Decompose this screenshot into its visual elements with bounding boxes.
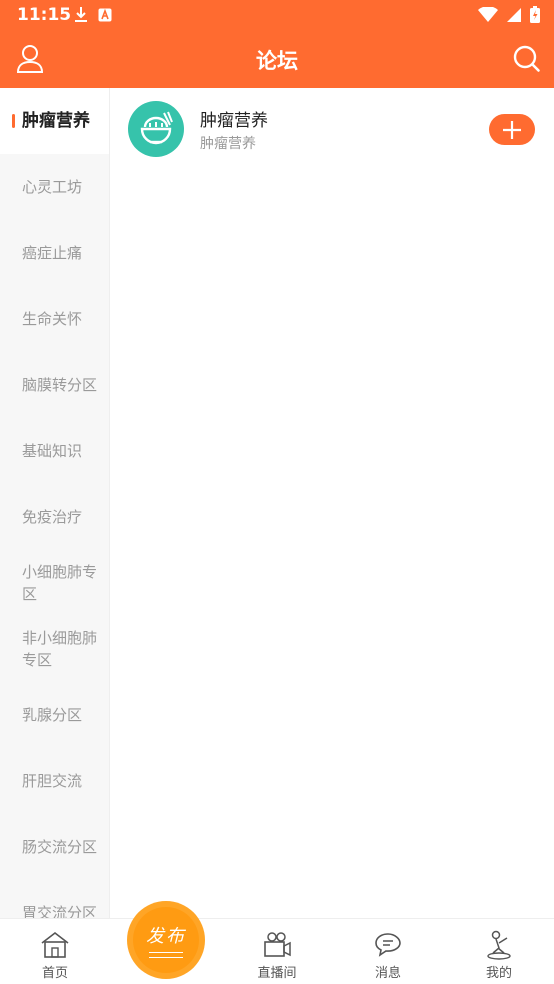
search-icon[interactable] (512, 44, 542, 74)
sidebar-item-label: 非小细胞肺专区 (22, 629, 98, 669)
wifi-icon (478, 6, 498, 22)
publish-button[interactable]: 发布 (127, 901, 205, 979)
sidebar-item-tumor-nutrition[interactable]: 肿瘤营养 (0, 88, 109, 154)
sidebar-item-intestine[interactable]: 肠交流分区 (0, 814, 109, 880)
sidebar-item-label: 癌症止痛 (22, 244, 83, 262)
status-bar: 11:15 (0, 0, 554, 31)
nav-label: 首页 (41, 966, 68, 981)
forum-avatar (128, 101, 184, 157)
plus-icon (503, 120, 521, 139)
sidebar-item-immunotherapy[interactable]: 免疫治疗 (0, 484, 109, 550)
sidebar-item-life-care[interactable]: 生命关怀 (0, 286, 109, 352)
app-bar: 论坛 (0, 31, 554, 88)
sidebar-item-label: 肠交流分区 (22, 838, 98, 856)
active-indicator (12, 114, 15, 128)
a-notification-icon (98, 8, 112, 21)
sidebar-item-basics[interactable]: 基础知识 (0, 418, 109, 484)
sidebar-item-small-cell-lung[interactable]: 小细胞肺专区 (0, 550, 109, 616)
publish-label: 发布 (146, 926, 186, 947)
forum-description: 肿瘤营养 (200, 136, 256, 152)
sidebar-item-label: 免疫治疗 (22, 508, 83, 526)
sidebar-item-label: 小细胞肺专区 (22, 563, 98, 603)
nav-label: 直播间 (257, 966, 297, 981)
sidebar-item-cancer-pain[interactable]: 癌症止痛 (0, 220, 109, 286)
profile-figure-icon (487, 930, 511, 960)
nav-label: 消息 (374, 966, 401, 981)
follow-button[interactable] (489, 114, 535, 145)
sidebar-item-mind-workshop[interactable]: 心灵工坊 (0, 154, 109, 220)
download-icon (75, 7, 87, 22)
sidebar-item-label: 生命关怀 (22, 310, 83, 328)
nav-home[interactable]: 首页 (15, 919, 95, 984)
forum-name: 肿瘤营养 (200, 111, 268, 131)
sidebar-item-label: 乳腺分区 (22, 706, 83, 724)
signal-icon (507, 7, 521, 22)
sidebar-item-meningeal[interactable]: 脑膜转分区 (0, 352, 109, 418)
status-time: 11:15 (17, 5, 72, 25)
nav-label: 我的 (485, 966, 512, 981)
sidebar-item-stomach[interactable]: 胃交流分区 (0, 880, 109, 918)
food-bowl-icon (140, 111, 173, 145)
sidebar-item-label: 肝胆交流 (22, 772, 83, 790)
chat-bubble-icon (375, 933, 401, 957)
sidebar-item-label: 脑膜转分区 (22, 376, 98, 394)
page-title: 论坛 (256, 49, 298, 73)
nav-live-room[interactable]: 直播间 (237, 919, 317, 984)
battery-charging-icon (530, 6, 540, 23)
nav-messages[interactable]: 消息 (348, 919, 428, 984)
nav-profile[interactable]: 我的 (459, 919, 539, 984)
forum-list-item[interactable]: 肿瘤营养 肿瘤营养 (110, 88, 554, 172)
sidebar-item-non-small-cell-lung[interactable]: 非小细胞肺专区 (0, 616, 109, 682)
category-sidebar: 肿瘤营养 心灵工坊 癌症止痛 生命关怀 脑膜转分区 基础知识 免疫治疗 小细胞肺… (0, 88, 110, 918)
sidebar-item-label: 胃交流分区 (22, 904, 98, 918)
home-icon (41, 931, 69, 958)
sidebar-item-liver-gallbladder[interactable]: 肝胆交流 (0, 748, 109, 814)
publish-button-inner: 发布 (133, 907, 199, 973)
sidebar-item-breast[interactable]: 乳腺分区 (0, 682, 109, 748)
sidebar-item-label: 基础知识 (22, 442, 83, 460)
sidebar-item-label: 心灵工坊 (22, 178, 83, 196)
bottom-nav: 首页 直播间 消息 我的 (0, 918, 554, 984)
video-camera-icon (264, 932, 291, 957)
publish-underline (149, 952, 183, 958)
